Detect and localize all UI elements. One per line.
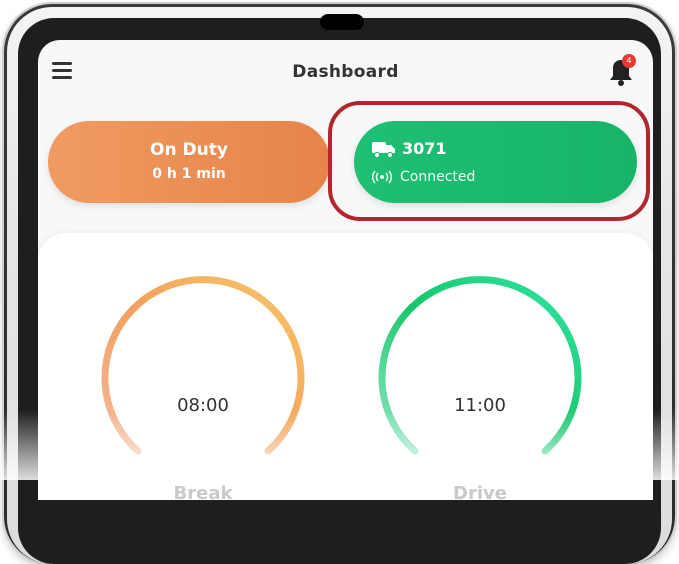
gauges-panel: 08:00 Break 11:00 Drive [38,233,653,500]
camera-notch [320,14,364,30]
drive-gauge: 11:00 Drive [375,271,585,500]
break-gauge: 08:00 Break [98,271,308,500]
drive-gauge-label: Drive [453,483,507,500]
duty-status-label: On Duty [150,140,228,160]
duty-status-card[interactable]: On Duty 0 h 1 min [48,121,330,203]
break-gauge-label: Break [173,483,233,500]
drive-gauge-value: 11:00 [454,395,506,416]
page-title: Dashboard [292,62,399,82]
app-screen: Dashboard 4 On Duty 0 h 1 min 3071 Conne… [38,40,653,500]
break-gauge-ring [101,276,305,455]
notification-bell-button[interactable]: 4 [606,54,636,88]
break-gauge-value: 08:00 [177,395,229,416]
highlight-annotation [328,101,650,221]
notification-badge: 4 [622,54,636,68]
drive-gauge-ring [378,276,582,455]
app-header: Dashboard 4 [38,40,653,108]
duty-time-label: 0 h 1 min [152,166,226,182]
